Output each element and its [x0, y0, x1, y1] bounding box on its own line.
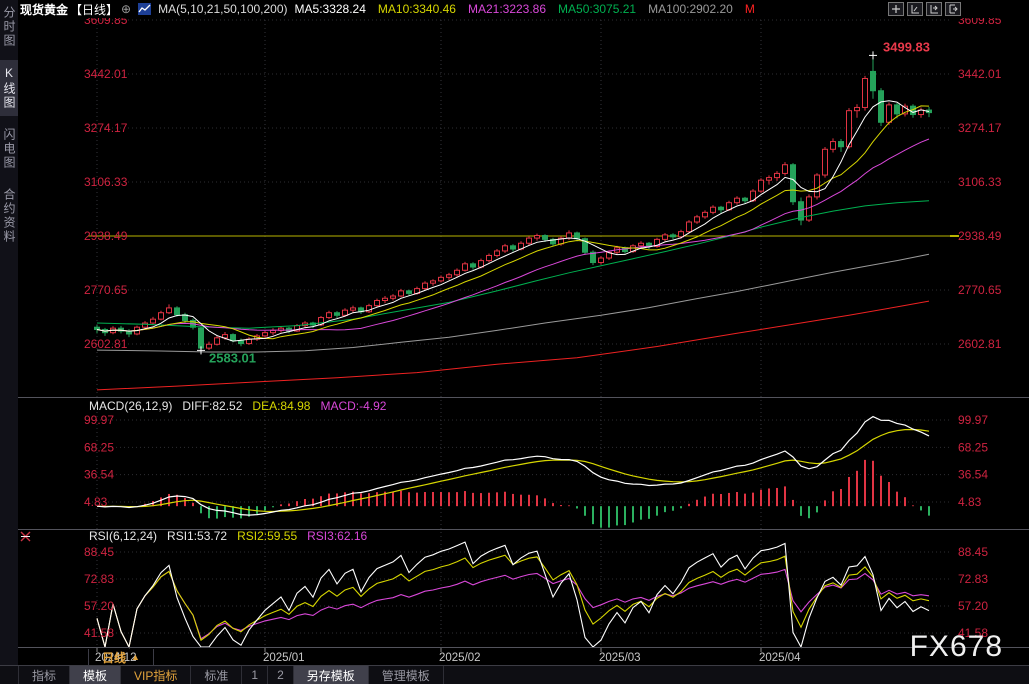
axis-labels-layer: 3609.85 3609.85 3442.01 3442.01 3274.17 3274.…: [84, 18, 1002, 640]
period-tag: 【日线】: [70, 1, 118, 18]
period-selector[interactable]: 日线 ▲: [88, 649, 154, 665]
header-icon-group: [888, 2, 961, 16]
pop-out-icon[interactable]: [945, 2, 961, 16]
svg-text:2938.49: 2938.49: [958, 229, 1002, 243]
macd-layer: [97, 417, 929, 528]
add-overlay-icon[interactable]: ⊕: [121, 2, 131, 16]
svg-text:2025/02: 2025/02: [439, 652, 481, 664]
date-axis: 2024/122025/012025/022025/032025/04: [95, 648, 801, 664]
svg-text:88.45: 88.45: [84, 545, 114, 559]
rsi3-value: RSI3:62.16: [307, 529, 367, 543]
svg-text:2770.65: 2770.65: [958, 283, 1002, 297]
svg-text:3442.01: 3442.01: [958, 67, 1002, 81]
ma-value: MA5:3328.24: [295, 2, 366, 16]
svg-text:3274.17: 3274.17: [84, 121, 128, 135]
ma-value: MA10:3340.46: [378, 2, 456, 16]
svg-text:57.20: 57.20: [958, 599, 988, 613]
crosshair-move-icon[interactable]: [888, 2, 904, 16]
svg-text:3499.83: 3499.83: [883, 39, 930, 54]
ma-caption: MA(5,10,21,50,100,200): [158, 2, 287, 16]
svg-text:3106.33: 3106.33: [84, 175, 128, 189]
ma-value: MA50:3075.21: [558, 2, 636, 16]
svg-text:99.97: 99.97: [958, 413, 988, 427]
svg-text:2938.49: 2938.49: [84, 229, 128, 243]
toolbar-item-standard[interactable]: 标准: [191, 666, 242, 684]
chart-header: 现货黄金 【日线】 ⊕ MA(5,10,21,50,100,200) MA5:3…: [18, 0, 1029, 18]
svg-text:2025/04: 2025/04: [759, 652, 801, 664]
svg-text:3609.85: 3609.85: [958, 18, 1002, 27]
macd-diff-value: DIFF:82.52: [182, 399, 242, 413]
svg-text:4.83: 4.83: [84, 495, 108, 509]
svg-text:41.58: 41.58: [84, 626, 114, 640]
svg-text:2602.81: 2602.81: [958, 337, 1002, 351]
sidebar: 分时图 K线图闪电图合约资料: [0, 0, 18, 684]
ma-line-ma5: [97, 101, 929, 341]
svg-text:3274.17: 3274.17: [958, 121, 1002, 135]
svg-text:72.83: 72.83: [84, 572, 114, 586]
sidebar-item-lightning[interactable]: 闪电图: [0, 122, 18, 176]
ma-line-ma200: [97, 301, 929, 390]
svg-text:3609.85: 3609.85: [84, 18, 128, 27]
svg-text:72.83: 72.83: [958, 572, 988, 586]
svg-text:2025/03: 2025/03: [599, 652, 641, 664]
svg-text:88.45: 88.45: [958, 545, 988, 559]
macd-dea-value: DEA:84.98: [252, 399, 310, 413]
toolbar-item-vip-indicators[interactable]: VIP指标: [121, 666, 191, 684]
svg-text:68.25: 68.25: [958, 440, 988, 454]
rsi-pane-header: RSI(6,12,24) RSI1:53.72 RSI2:59.55 RSI3:…: [89, 529, 367, 543]
svg-text:99.97: 99.97: [84, 413, 114, 427]
rsi-title: RSI(6,12,24): [89, 529, 157, 543]
macd-pane-header: MACD(26,12,9) DIFF:82.52 DEA:84.98 MACD:…: [89, 399, 386, 413]
svg-text:68.25: 68.25: [84, 440, 114, 454]
rsi1-value: RSI1:53.72: [167, 529, 227, 543]
ma-value: MA21:3223.86: [468, 2, 546, 16]
toolbar-item-slot-1[interactable]: 1: [242, 666, 268, 684]
svg-text:57.20: 57.20: [84, 599, 114, 613]
period-label: 日线: [102, 649, 126, 666]
axis-left-icon[interactable]: [907, 2, 923, 16]
toolbar-item-indicators[interactable]: 指标: [18, 666, 70, 684]
bottom-toolbar: 指标模板VIP指标标准12另存模板管理模板: [0, 665, 1029, 684]
svg-text:2025/01: 2025/01: [263, 652, 305, 664]
svg-text:4.83: 4.83: [958, 495, 982, 509]
toolbar-item-save-template[interactable]: 另存模板: [294, 666, 369, 684]
toolbar-item-slot-2[interactable]: 2: [268, 666, 294, 684]
candles-layer: [95, 55, 932, 350]
ma-value: MA100:2902.20: [648, 2, 733, 16]
pane-separators: [18, 398, 1029, 648]
svg-text:2770.65: 2770.65: [84, 283, 128, 297]
pane-handle-icon[interactable]: [20, 529, 31, 547]
svg-text:2583.01: 2583.01: [209, 350, 256, 365]
axis-right-icon[interactable]: [926, 2, 942, 16]
toolbar-item-templates[interactable]: 模板: [70, 666, 121, 684]
ma-line-ma10: [97, 106, 929, 339]
chart-type-icon[interactable]: [138, 3, 151, 15]
symbol-title: 现货黄金: [20, 1, 68, 18]
svg-text:2602.81: 2602.81: [84, 337, 128, 351]
svg-text:3442.01: 3442.01: [84, 67, 128, 81]
rsi-line-6: [97, 542, 929, 647]
ma-line-ma21: [97, 139, 929, 331]
trading-app-window: 分时图 K线图闪电图合约资料 现货黄金 【日线】 ⊕ MA(5,10,21,50,…: [0, 0, 1029, 684]
sidebar-item-timeshare[interactable]: 分时图: [0, 0, 18, 54]
svg-text:36.54: 36.54: [958, 468, 988, 482]
gridlines-layer: [88, 20, 950, 647]
sidebar-item-contract-info[interactable]: 合约资料: [0, 182, 18, 250]
watermark: FX678: [910, 630, 1003, 664]
ma-line-ma50: [97, 201, 929, 328]
svg-text:36.54: 36.54: [84, 468, 114, 482]
triangle-up-icon: ▲: [131, 652, 140, 662]
rsi2-value: RSI2:59.55: [237, 529, 297, 543]
macd-title: MACD(26,12,9): [89, 399, 172, 413]
ma-values: MA5:3328.24 MA10:3340.46 MA21:3223.86 MA50:…: [295, 2, 755, 16]
price-chart-svg[interactable]: 3499.83 2583.01 3609.85 3609.85 3442.01 3442.…: [18, 18, 1029, 665]
rsi-layer: [97, 542, 929, 647]
macd-hist-value: MACD:-4.92: [320, 399, 386, 413]
ma-value: M: [745, 2, 755, 16]
sidebar-item-kline[interactable]: K线图: [0, 60, 18, 116]
toolbar-item-manage-templates[interactable]: 管理模板: [369, 666, 444, 684]
svg-text:3106.33: 3106.33: [958, 175, 1002, 189]
